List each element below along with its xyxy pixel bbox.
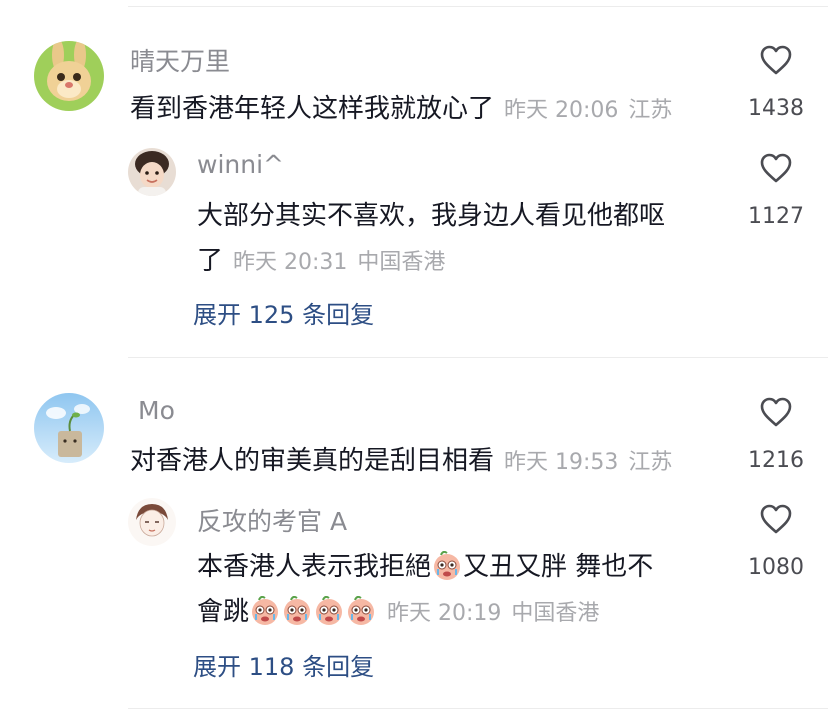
reply-time: 昨天 20:19: [387, 601, 502, 626]
reply-body-end: 了: [197, 246, 224, 276]
reply-avatar[interactable]: [128, 498, 176, 546]
divider-bottom: [128, 708, 828, 709]
comment-text: 看到香港年轻人这样我就放心了 昨天 20:06 江苏: [130, 88, 672, 125]
heart-outline-icon: [760, 45, 792, 75]
comment-location: 江苏: [628, 98, 673, 123]
expand-replies-link[interactable]: 展开 118 条回复: [193, 647, 374, 682]
reply-text-line1: 本香港人表示我拒絕 又丑又胖 舞也不: [197, 546, 653, 583]
avatar[interactable]: [34, 393, 104, 463]
comment-body: 看到香港年轻人这样我就放心了: [130, 94, 495, 124]
crying-face-emoji: [348, 596, 375, 625]
reply-like-count: 1127: [748, 204, 804, 229]
comment-text: 对香港人的审美真的是刮目相看 昨天 19:53 江苏: [130, 440, 672, 477]
comment-body: 对香港人的审美真的是刮目相看: [130, 446, 495, 476]
comment-time: 昨天 19:53: [504, 450, 619, 475]
crying-face-emoji: [434, 551, 461, 580]
divider-top: [128, 6, 828, 7]
like-count: 1216: [748, 448, 804, 473]
comment-username[interactable]: 晴天万里: [130, 42, 230, 78]
reply-time: 昨天 20:31: [233, 250, 348, 275]
crying-face-emoji: [284, 596, 311, 625]
reply-username[interactable]: winni^: [197, 150, 284, 179]
reply-username[interactable]: 反攻的考官 A: [197, 502, 347, 538]
reply-text-line2: 了昨天 20:31 中国香港: [197, 240, 445, 277]
reply-like-count: 1080: [748, 555, 804, 580]
comment-time: 昨天 20:06: [504, 98, 619, 123]
comment-location: 江苏: [628, 450, 673, 475]
crying-face-emoji: [252, 596, 279, 625]
reply-location: 中国香港: [511, 601, 600, 626]
avatar[interactable]: [34, 41, 104, 111]
reply-body-end: 會跳: [197, 597, 250, 627]
crying-face-emoji: [316, 596, 343, 625]
reply-like-button[interactable]: 1127: [731, 152, 821, 229]
expand-replies-link[interactable]: 展开 125 条回复: [193, 295, 374, 330]
reply-avatar[interactable]: [128, 148, 176, 196]
comment-username[interactable]: Mo: [138, 396, 175, 425]
like-button[interactable]: 1216: [731, 396, 821, 473]
reply-like-button[interactable]: 1080: [731, 503, 821, 580]
like-count: 1438: [748, 96, 804, 121]
reply-location: 中国香港: [357, 250, 446, 275]
reply-text-line2: 會跳 昨天 20:19 中国香港: [197, 591, 599, 628]
heart-outline-icon: [760, 397, 792, 427]
reply-text-line1: 大部分其实不喜欢，我身边人看见他都呕: [197, 201, 666, 231]
heart-outline-icon: [760, 153, 792, 183]
heart-outline-icon: [760, 504, 792, 534]
like-button[interactable]: 1438: [731, 44, 821, 121]
reply-body-middle: 又丑又胖 舞也不: [463, 552, 654, 582]
reply-body-start: 本香港人表示我拒絕: [197, 552, 432, 582]
divider: [128, 357, 828, 358]
